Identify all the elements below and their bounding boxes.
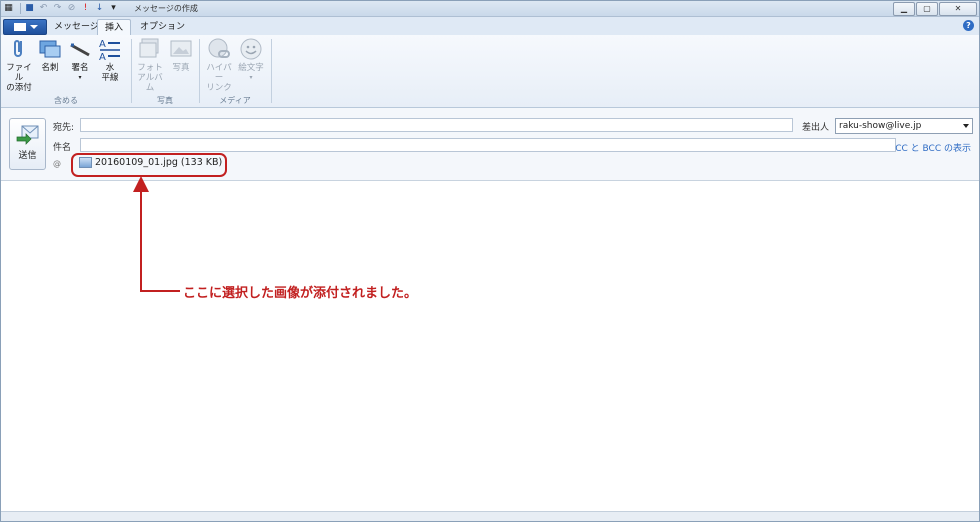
annotation-arrow <box>133 176 180 292</box>
annotation-text: ここに選択した画像が添付されました。 <box>183 286 418 301</box>
